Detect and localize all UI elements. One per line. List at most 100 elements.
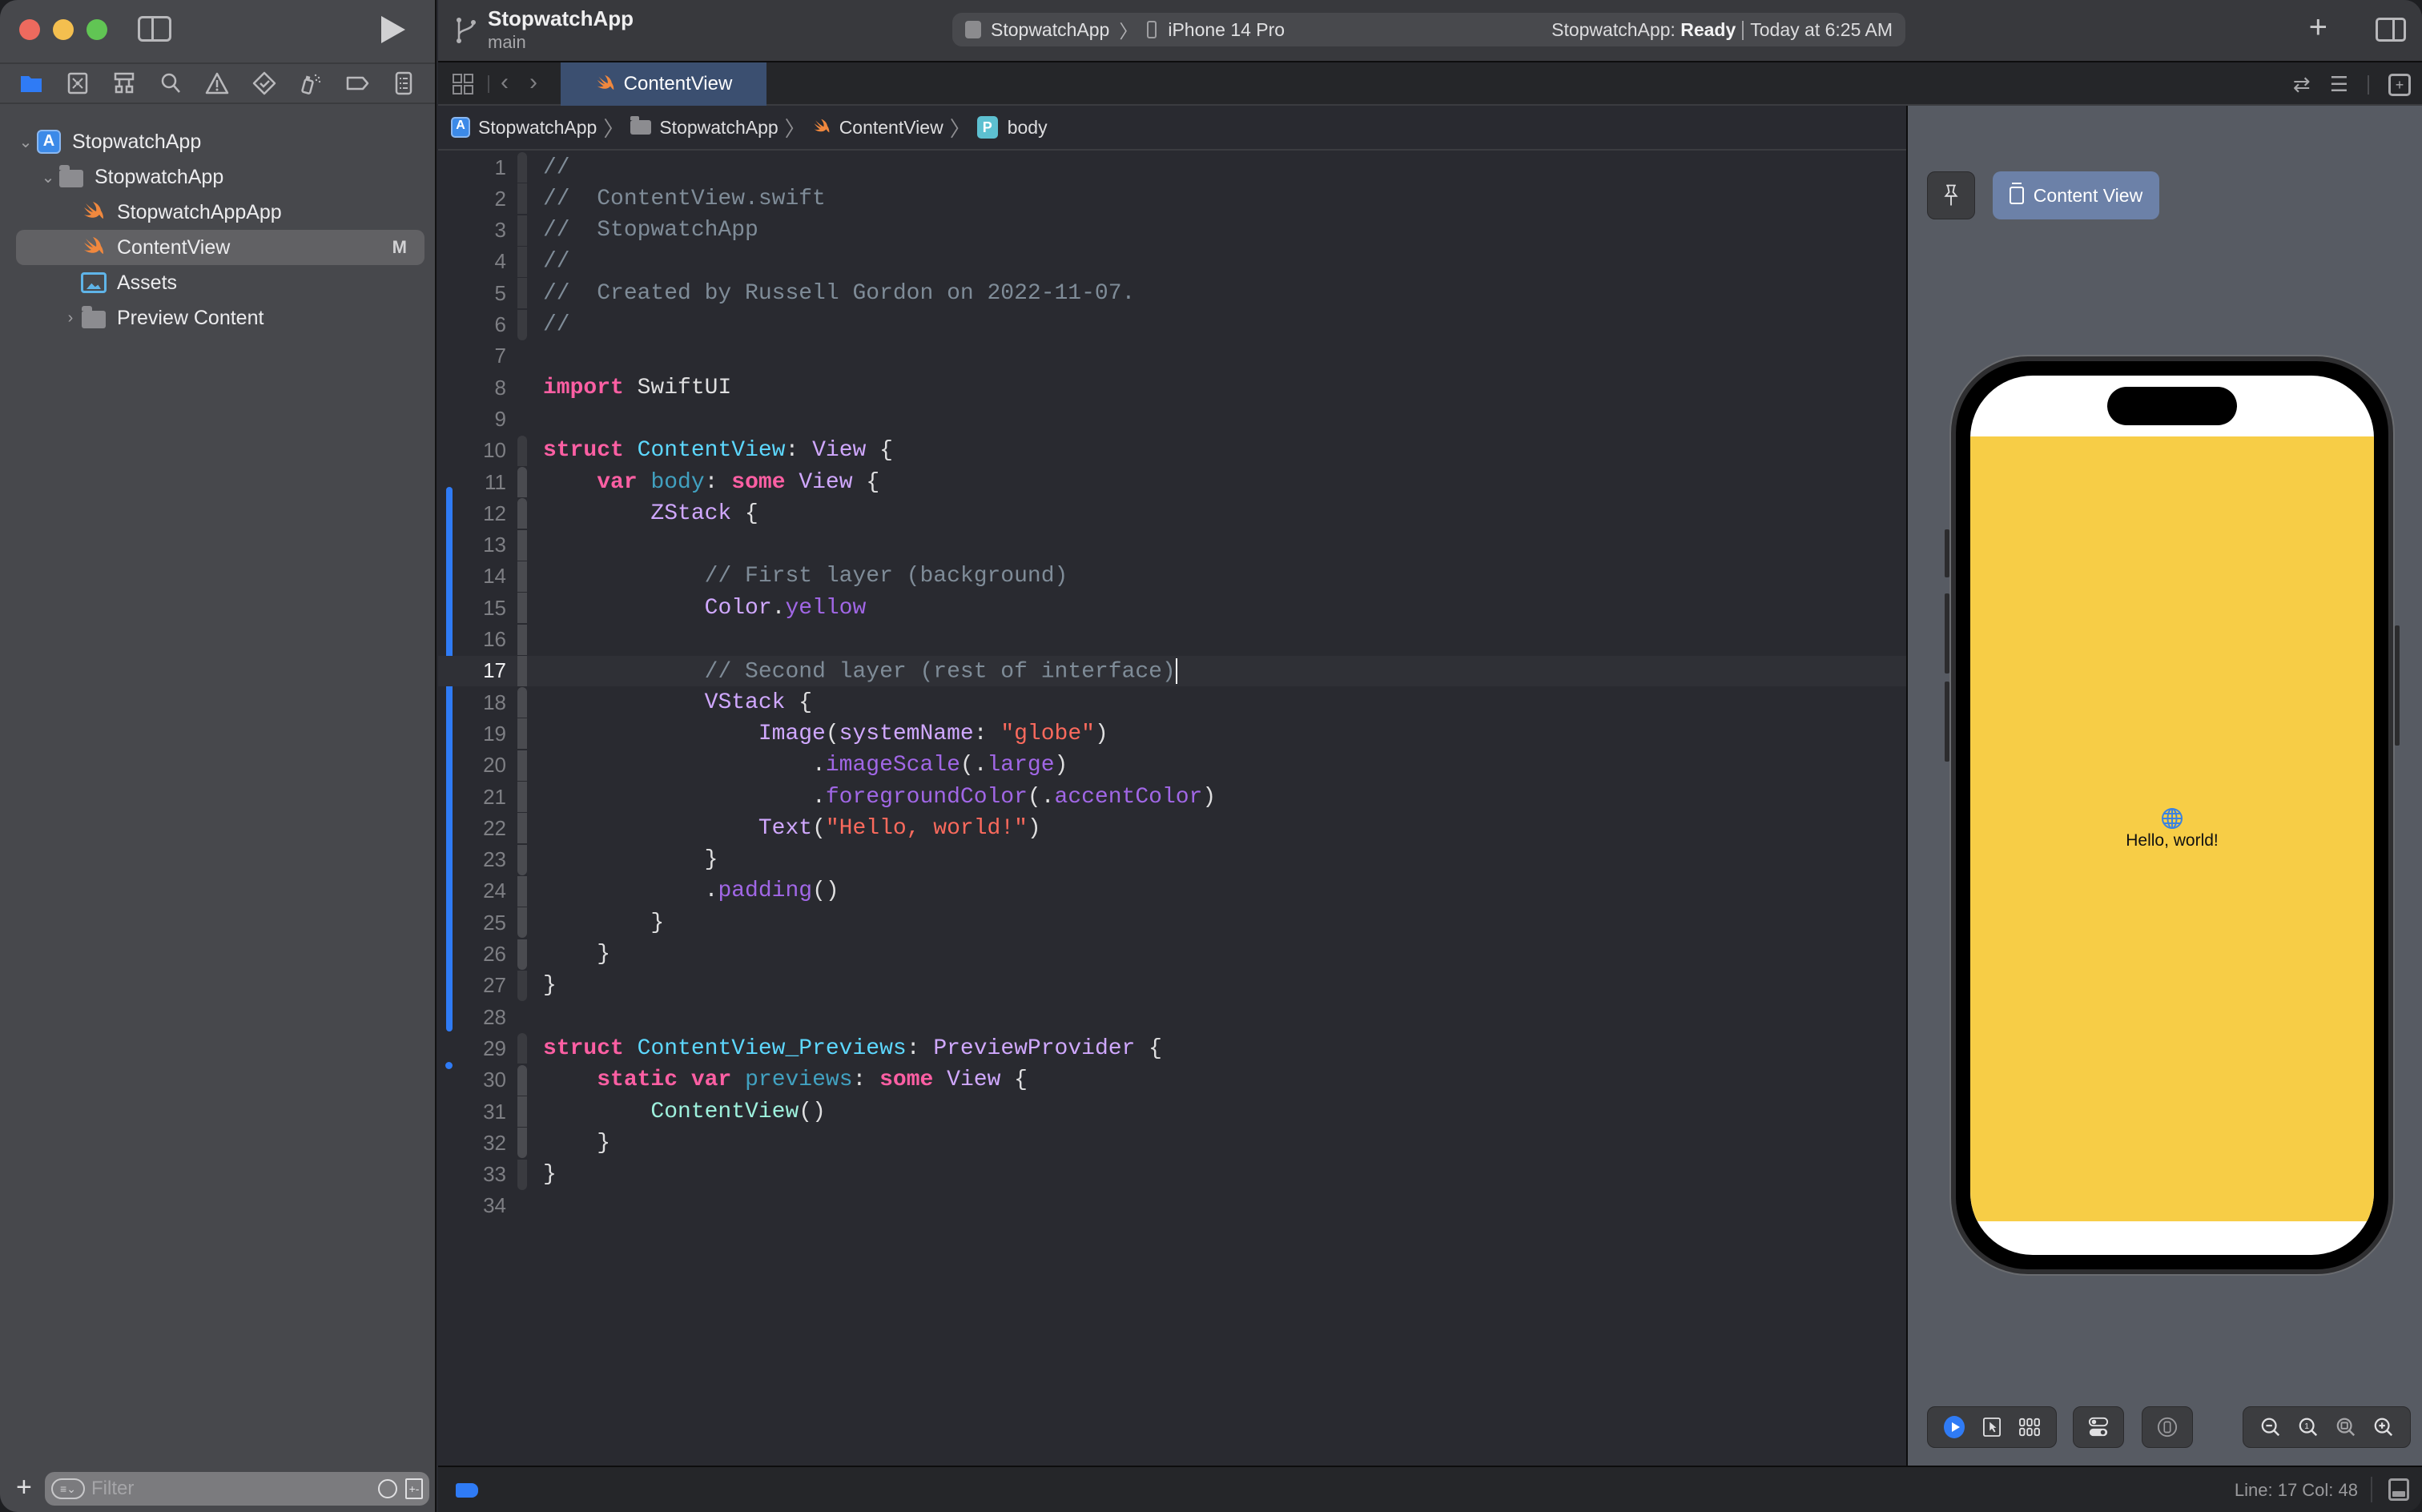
code-line[interactable]: 2 // ContentView.swift [438,183,1906,215]
code-line[interactable]: 27} [438,970,1906,1001]
code-fold-ribbon[interactable] [517,1159,527,1190]
code-line[interactable]: 31 ContentView() [438,1096,1906,1127]
code-fold-ribbon[interactable] [517,529,527,561]
zoom-in-button[interactable] [2372,1415,2396,1439]
branch-name[interactable]: main [488,32,526,53]
code-fold-ribbon[interactable] [517,687,527,718]
scheme-selector[interactable]: StopwatchApp [991,19,1109,41]
close-window-button[interactable] [19,19,40,40]
run-destination-selector[interactable]: iPhone 14 Pro [1168,19,1285,41]
breadcrumb-file[interactable]: ContentView [812,117,943,139]
code-line[interactable]: 5 // Created by Russell Gordon on 2022-11… [438,278,1906,309]
add-file-button[interactable]: + [16,1474,32,1501]
tab-contentview[interactable]: ContentView [561,62,766,106]
code-line[interactable]: 30 static var previews: some View { [438,1064,1906,1096]
code-line[interactable]: 4 // [438,246,1906,277]
code-line[interactable]: 32 } [438,1128,1906,1159]
device-settings-button[interactable] [2086,1415,2110,1439]
code-fold-ribbon[interactable] [517,655,527,686]
tree-item-file[interactable]: StopwatchAppApp [16,195,424,230]
navigator-filter-input[interactable] [91,1478,378,1500]
code-fold-ribbon[interactable] [517,152,527,183]
code-line[interactable]: 15 Color.yellow [438,593,1906,624]
minimize-window-button[interactable] [53,19,74,40]
code-fold-ribbon[interactable] [517,183,527,215]
code-fold-ribbon[interactable] [517,278,527,309]
device-selector-button[interactable] [2155,1415,2179,1439]
code-line[interactable]: 20 .imageScale(.large) [438,750,1906,781]
zoom-out-button[interactable] [2259,1415,2283,1439]
code-line[interactable]: 22 Text("Hello, world!") [438,813,1906,844]
tree-item-project[interactable]: ⌄ StopwatchApp [16,124,424,159]
tree-item-assets[interactable]: Assets [16,265,424,300]
code-fold-ribbon[interactable] [517,498,527,529]
code-line[interactable]: 24 .padding() [438,875,1906,907]
source-control-filter-icon[interactable]: +- [405,1478,423,1499]
code-fold-ribbon[interactable] [517,1002,527,1032]
zoom-window-button[interactable] [86,19,107,40]
code-line[interactable]: 23 } [438,844,1906,875]
code-fold-ribbon[interactable] [517,970,527,1001]
code-fold-ribbon[interactable] [517,782,527,812]
live-preview-button[interactable] [1942,1415,1966,1439]
back-chevron-icon[interactable]: ‹ [501,69,509,96]
zoom-to-fit-button[interactable] [2334,1415,2358,1439]
code-line[interactable]: 18 VStack { [438,687,1906,718]
code-line[interactable]: 33} [438,1159,1906,1190]
selectable-mode-button[interactable] [1980,1415,2004,1439]
preview-content-view-button[interactable]: Content View [1993,171,2159,219]
tree-item-group[interactable]: ⌄ StopwatchApp [16,159,424,195]
editor-options-icon[interactable]: ☰ [2330,72,2348,97]
code-line[interactable]: 17 // Second layer (rest of interface) [438,655,1906,686]
pin-preview-button[interactable] [1927,171,1975,219]
breadcrumb-project[interactable]: StopwatchApp [451,117,597,139]
code-fold-ribbon[interactable] [517,907,527,939]
run-button[interactable] [381,16,405,43]
code-line[interactable]: 9 [438,404,1906,434]
add-editor-icon[interactable]: + [2388,73,2411,96]
code-line[interactable]: 13 [438,529,1906,561]
code-fold-ribbon[interactable] [517,1033,527,1064]
test-diamond-icon[interactable] [252,71,276,95]
breakpoints-toggle-icon[interactable] [456,1483,478,1498]
library-plus-button[interactable]: + [2309,11,2327,43]
code-fold-ribbon[interactable] [517,1096,527,1127]
folder-icon[interactable] [19,71,43,95]
code-fold-ribbon[interactable] [517,939,527,970]
code-fold-ribbon[interactable] [517,1064,527,1096]
code-line[interactable]: 12 ZStack { [438,498,1906,529]
toggle-navigator-icon[interactable] [138,16,171,42]
code-line[interactable]: 34 [438,1191,1906,1221]
code-fold-ribbon[interactable] [517,246,527,277]
zoom-actual-size-button[interactable]: 1 [2296,1415,2320,1439]
code-line[interactable]: 21 .foregroundColor(.accentColor) [438,782,1906,812]
code-fold-ribbon[interactable] [517,404,527,434]
breadcrumb-symbol[interactable]: Pbody [976,116,1048,139]
breakpoint-icon[interactable] [345,71,369,95]
code-fold-ribbon[interactable] [517,341,527,372]
code-line[interactable]: 26 } [438,939,1906,970]
code-fold-ribbon[interactable] [517,875,527,907]
code-line[interactable]: 19 Image(systemName: "globe") [438,718,1906,750]
chevron-right-icon[interactable]: › [61,309,80,328]
code-line[interactable]: 8 import SwiftUI [438,372,1906,403]
code-fold-ribbon[interactable] [517,467,527,497]
code-fold-ribbon[interactable] [517,624,527,655]
code-line[interactable]: 7 [438,341,1906,372]
tree-item-group[interactable]: › Preview Content [16,300,424,336]
code-fold-ribbon[interactable] [517,813,527,844]
code-line[interactable]: 16 [438,624,1906,655]
issue-warning-icon[interactable] [205,71,229,95]
search-icon[interactable] [159,71,183,95]
source-control-icon[interactable] [66,71,90,95]
symbol-navigator-icon[interactable] [112,71,136,95]
tree-item-file-selected[interactable]: ContentView M [16,230,424,265]
code-fold-ribbon[interactable] [517,1191,527,1221]
toggle-debug-area-icon[interactable] [2388,1478,2409,1501]
code-line[interactable]: 28 [438,1002,1906,1032]
code-fold-ribbon[interactable] [517,372,527,403]
code-line[interactable]: 11 var body: some View { [438,467,1906,497]
chevron-down-icon[interactable]: ⌄ [16,132,35,152]
code-line[interactable]: 3 // StopwatchApp [438,215,1906,246]
device-screen[interactable]: Hello, world! [1970,376,2374,1255]
